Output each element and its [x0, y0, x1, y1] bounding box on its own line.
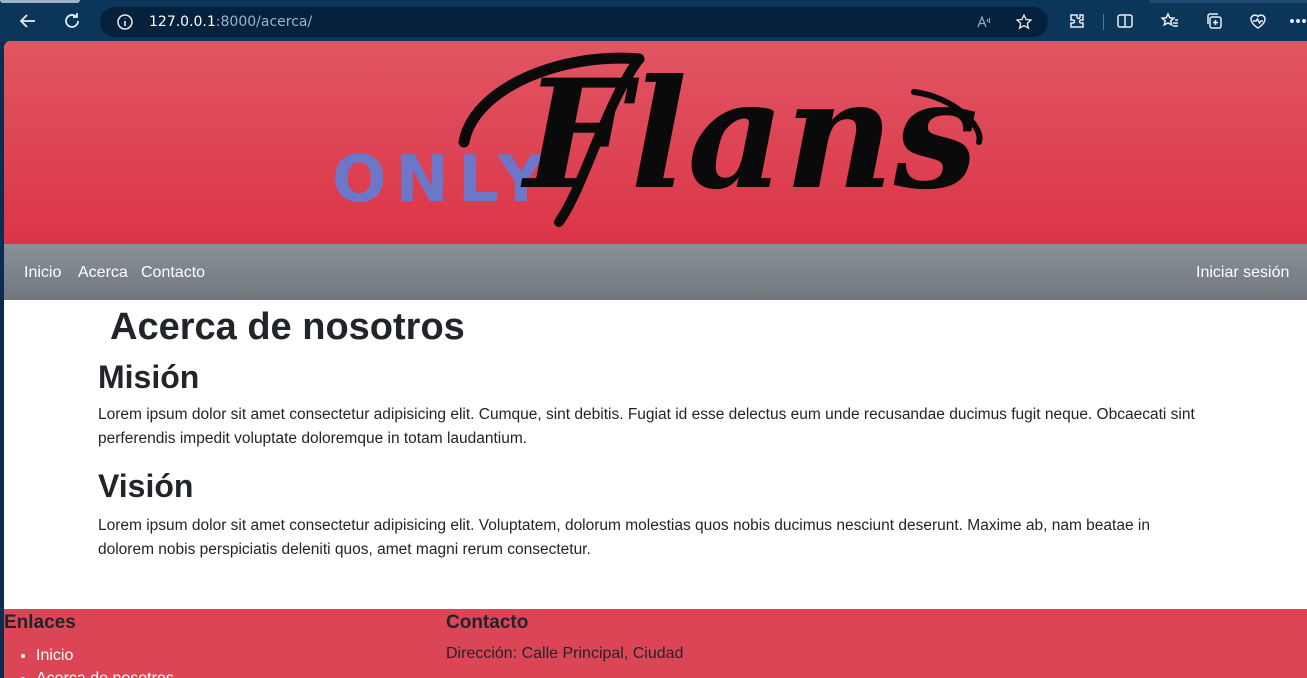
- url-text[interactable]: 127.0.0.1:8000/acerca/: [149, 14, 312, 30]
- mission-heading: Misión: [98, 359, 200, 395]
- nav-link-inicio[interactable]: Inicio: [24, 264, 61, 282]
- main-navbar: Inicio Acerca Contacto Iniciar sesión: [4, 244, 1307, 300]
- extensions-icon[interactable]: [1065, 9, 1089, 33]
- mission-text: Lorem ipsum dolor sit amet consectetur a…: [98, 406, 1195, 447]
- nav-link-contacto[interactable]: Contacto: [141, 264, 205, 282]
- list-item: Acerca de nosotros: [36, 667, 174, 678]
- footer-contact-heading: Contacto: [446, 612, 529, 633]
- footer-link-acerca[interactable]: Acerca de nosotros: [36, 670, 174, 678]
- logo-flans-text: Flans: [520, 47, 978, 223]
- footer-links-list: Inicio Acerca de nosotros: [36, 644, 174, 678]
- url-path: :8000/acerca/: [215, 14, 313, 30]
- collections-icon[interactable]: [1202, 9, 1226, 33]
- footer-link-inicio[interactable]: Inicio: [36, 647, 73, 664]
- tab-indicator: [0, 0, 80, 3]
- header-banner: ONLY Flans: [4, 41, 1307, 244]
- footer-links-heading: Enlaces: [4, 612, 76, 633]
- read-aloud-icon[interactable]: [974, 12, 994, 32]
- vision-text: Lorem ipsum dolor sit amet consectetur a…: [98, 517, 1150, 558]
- more-icon[interactable]: [1289, 9, 1307, 33]
- browser-toolbar: 127.0.0.1:8000/acerca/: [0, 0, 1307, 42]
- favorites-icon[interactable]: [1158, 9, 1182, 33]
- site-footer: Enlaces Inicio Acerca de nosotros Contac…: [4, 609, 1307, 678]
- page-title: Acerca de nosotros: [110, 306, 465, 348]
- vision-heading: Visión: [98, 468, 194, 504]
- performance-icon[interactable]: [1246, 9, 1270, 33]
- page-viewport: ONLY Flans Inicio Acerca Contacto Inicia…: [4, 41, 1307, 678]
- login-link[interactable]: Iniciar sesión: [1196, 264, 1289, 282]
- favorite-star-icon[interactable]: [1014, 12, 1034, 32]
- list-item: Inicio: [36, 644, 174, 667]
- nav-link-acerca[interactable]: Acerca: [78, 264, 128, 282]
- about-content: Acerca de nosotros Misión Lorem ipsum do…: [4, 300, 1307, 609]
- footer-address: Dirección: Calle Principal, Ciudad: [446, 645, 684, 662]
- info-icon[interactable]: [116, 13, 134, 31]
- address-bar[interactable]: 127.0.0.1:8000/acerca/: [100, 7, 1048, 37]
- split-screen-icon[interactable]: [1113, 9, 1137, 33]
- tab-indicator: [1150, 0, 1307, 3]
- url-host: 127.0.0.1: [149, 14, 216, 30]
- refresh-icon[interactable]: [59, 8, 85, 34]
- toolbar-divider: [1103, 14, 1104, 30]
- flans-logo: Flans: [458, 47, 983, 227]
- back-icon[interactable]: [15, 8, 41, 34]
